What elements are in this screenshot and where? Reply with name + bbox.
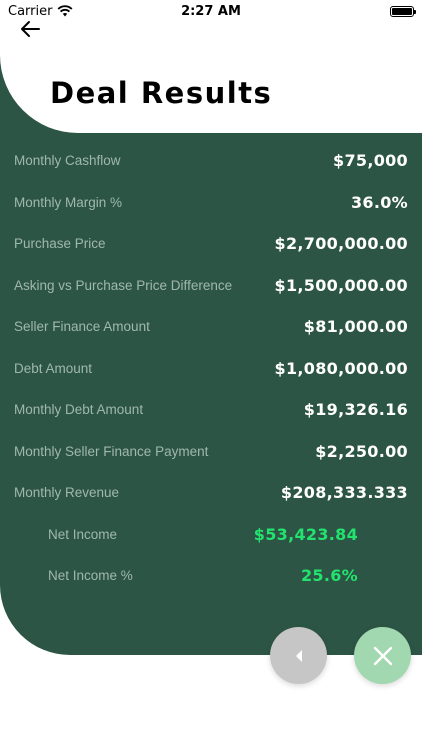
caret-left-icon bbox=[295, 649, 302, 662]
result-row-monthly-margin: Monthly Margin % 36.0% bbox=[0, 182, 422, 224]
page-title: Deal Results bbox=[50, 76, 273, 110]
result-label: Asking vs Purchase Price Difference bbox=[14, 277, 233, 293]
result-value: $1,080,000.00 bbox=[274, 358, 408, 378]
result-value: $2,700,000.00 bbox=[274, 234, 408, 254]
result-value: $2,250.00 bbox=[315, 441, 408, 461]
close-icon bbox=[373, 646, 392, 665]
wifi-icon bbox=[58, 5, 73, 17]
result-label: Net Income bbox=[48, 526, 118, 542]
close-button[interactable] bbox=[354, 627, 411, 684]
result-label: Monthly Cashflow bbox=[14, 153, 121, 169]
result-row-net-income-percent: Net Income % 25.6% bbox=[0, 555, 422, 597]
result-value: $53,423.84 bbox=[253, 524, 358, 544]
result-label: Monthly Debt Amount bbox=[14, 402, 144, 418]
result-value: $75,000 bbox=[333, 151, 408, 171]
screen: Deal Results Carrier 2:27 AM Monthly Cas… bbox=[0, 0, 422, 750]
result-row-monthly-debt-amount: Monthly Debt Amount $19,326.16 bbox=[0, 389, 422, 431]
carrier-label: Carrier bbox=[8, 3, 53, 19]
result-label: Debt Amount bbox=[14, 360, 93, 376]
result-row-debt-amount: Debt Amount $1,080,000.00 bbox=[0, 348, 422, 390]
result-value: 36.0% bbox=[350, 192, 408, 212]
result-value: 25.6% bbox=[300, 566, 358, 586]
result-row-price-difference: Asking vs Purchase Price Difference $1,5… bbox=[0, 265, 422, 307]
result-label: Seller Finance Amount bbox=[14, 319, 150, 335]
result-label: Purchase Price bbox=[14, 236, 106, 252]
result-row-purchase-price: Purchase Price $2,700,000.00 bbox=[0, 223, 422, 265]
result-row-monthly-cashflow: Monthly Cashflow $75,000 bbox=[0, 140, 422, 182]
previous-button[interactable] bbox=[270, 627, 327, 684]
result-row-seller-finance-amount: Seller Finance Amount $81,000.00 bbox=[0, 306, 422, 348]
results-list: Monthly Cashflow $75,000 Monthly Margin … bbox=[0, 140, 422, 597]
result-value: $81,000.00 bbox=[303, 317, 408, 337]
result-label: Monthly Margin % bbox=[14, 194, 123, 210]
result-label: Net Income % bbox=[48, 568, 133, 584]
result-row-seller-finance-payment: Monthly Seller Finance Payment $2,250.00 bbox=[0, 431, 422, 473]
arrow-left-icon bbox=[21, 21, 40, 37]
result-row-monthly-revenue: Monthly Revenue $208,333.333 bbox=[0, 472, 422, 514]
status-bar: Carrier 2:27 AM bbox=[0, 0, 422, 22]
result-label: Monthly Revenue bbox=[14, 485, 120, 501]
battery-icon bbox=[390, 5, 416, 17]
result-row-net-income: Net Income $53,423.84 bbox=[0, 514, 422, 556]
result-value: $208,333.333 bbox=[280, 483, 408, 503]
result-label: Monthly Seller Finance Payment bbox=[14, 443, 209, 459]
result-value: $1,500,000.00 bbox=[274, 275, 408, 295]
result-value: $19,326.16 bbox=[303, 400, 408, 420]
